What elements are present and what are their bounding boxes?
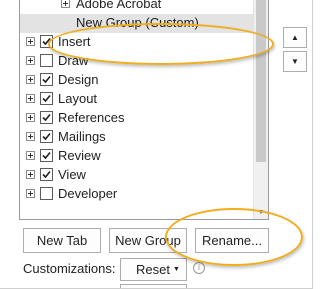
tree-item-label: Draw [58, 53, 89, 68]
tree-item-label: Adobe Acrobat [76, 0, 162, 11]
tree-group-item[interactable]: Adobe Acrobat [20, 0, 253, 14]
tree-tab-item[interactable]: Layout [20, 90, 253, 109]
tab-checkbox[interactable] [40, 73, 53, 86]
tree-tab-item[interactable]: View [20, 166, 253, 185]
expand-plus-icon[interactable] [26, 56, 35, 65]
tree-item-label: Layout [58, 91, 98, 106]
tree-tab-item[interactable]: Review [20, 147, 253, 166]
expand-plus-icon[interactable] [26, 75, 35, 84]
tree-item-label: Developer [58, 186, 118, 201]
tab-checkbox[interactable] [40, 168, 53, 181]
chevron-down-icon: ▼ [173, 266, 180, 273]
expand-plus-icon[interactable] [26, 132, 35, 141]
tab-checkbox[interactable] [40, 111, 53, 124]
tab-checkbox[interactable] [40, 54, 53, 67]
tab-checkbox[interactable] [40, 149, 53, 162]
triangle-down-icon: ▼ [291, 57, 299, 66]
new-tab-button[interactable]: New Tab [23, 228, 101, 253]
expand-plus-icon[interactable] [26, 113, 35, 122]
import-export-button[interactable] [120, 284, 187, 288]
tree-item-label: References [58, 110, 125, 125]
ribbon-tabs-tree: Adobe Acrobat New Group (Custom) Insert Dra… [19, 0, 269, 220]
expand-plus-icon[interactable] [26, 37, 35, 46]
info-icon: i [193, 262, 205, 274]
tree-item-label: View [58, 167, 86, 182]
tree-item-label: Mailings [58, 129, 106, 144]
expand-plus-icon[interactable] [26, 189, 35, 198]
tree-group-item[interactable]: New Group (Custom) [20, 14, 253, 33]
tree-viewport: Adobe Acrobat New Group (Custom) Insert Dra… [20, 0, 253, 219]
tree-tab-item[interactable]: Draw [20, 52, 253, 71]
tree-tab-item[interactable]: Mailings [20, 128, 253, 147]
tree-tab-item[interactable]: Developer [20, 185, 253, 204]
expand-plus-icon[interactable] [61, 0, 70, 8]
expand-plus-icon[interactable] [26, 170, 35, 179]
tree-tab-item[interactable]: Insert [20, 33, 253, 52]
new-group-button[interactable]: New Group [109, 228, 187, 253]
customize-ribbon-panel: Adobe Acrobat New Group (Custom) Insert Dra… [0, 0, 313, 289]
tree-item-label: New Group (Custom) [76, 15, 199, 30]
rename-button[interactable]: Rename... [195, 228, 269, 253]
tree-tab-item[interactable]: Design [20, 71, 253, 90]
reset-dropdown-button[interactable]: Reset ▼ [120, 258, 187, 281]
tree-item-label: Design [58, 72, 99, 87]
move-down-button[interactable]: ▼ [283, 51, 307, 72]
tree-item-label: Insert [58, 34, 91, 49]
triangle-up-icon: ▲ [291, 33, 299, 42]
move-up-button[interactable]: ▲ [283, 27, 307, 48]
tab-checkbox[interactable] [40, 187, 53, 200]
tab-checkbox[interactable] [40, 92, 53, 105]
tab-checkbox[interactable] [40, 130, 53, 143]
customizations-label: Customizations: [23, 261, 116, 276]
tree-tab-item[interactable]: References [20, 109, 253, 128]
scroll-down-arrow-icon[interactable]: ▼ [254, 205, 268, 219]
tree-vertical-scrollbar[interactable]: ▼ [253, 0, 268, 219]
reset-label: Reset [136, 262, 170, 277]
tab-checkbox[interactable] [40, 35, 53, 48]
expand-plus-icon[interactable] [26, 151, 35, 160]
tree-item-label: Review [58, 148, 101, 163]
scrollbar-thumb[interactable] [256, 0, 266, 162]
expand-plus-icon[interactable] [26, 94, 35, 103]
